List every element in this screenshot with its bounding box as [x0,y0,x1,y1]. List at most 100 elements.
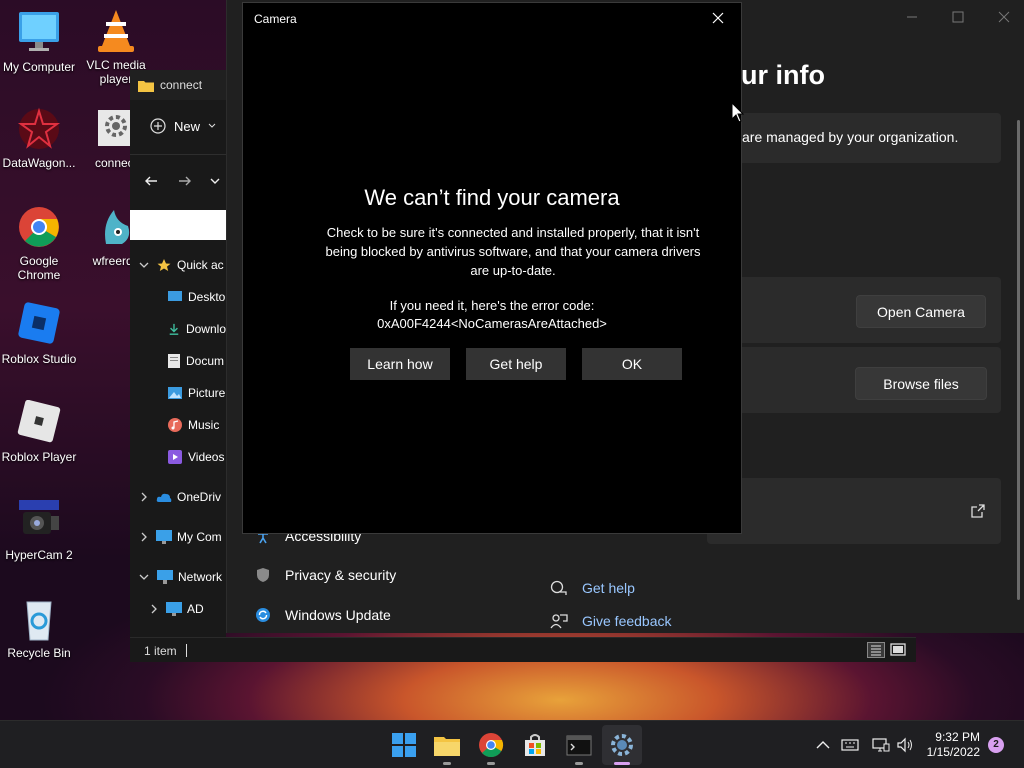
music-icon [168,418,182,432]
camera-window[interactable]: Camera We can’t find your camera Check t… [242,2,742,534]
shield-icon [257,568,269,582]
chevron-right-icon [151,604,157,614]
windows-start-icon[interactable] [390,731,418,759]
recycle-bin-icon [15,596,63,642]
chevron-down-icon [139,262,149,268]
status-divider [186,644,187,657]
chevron-right-icon [141,492,147,502]
managed-text: are managed by your organization. [742,129,959,145]
item-count: 1 item [144,644,177,658]
network-icon [157,570,173,584]
get-help-button[interactable]: Get help [466,348,566,380]
managed-card: are managed by your organization. [707,113,1001,163]
recent-chevron-icon[interactable] [210,177,220,185]
plus-circle-icon [150,118,166,134]
error-code-label: If you need it, here's the error code: [389,298,595,313]
chevron-up-icon[interactable] [814,736,832,754]
help-chat-icon [550,580,567,595]
learn-how-button[interactable]: Learn how [350,348,450,380]
video-icon [168,450,182,464]
monitor-icon [15,10,63,56]
document-icon [168,354,180,368]
new-button[interactable]: New [150,118,216,134]
tree-ad[interactable]: AD [130,598,226,620]
desktop-icon-my-computer[interactable]: My Computer [0,10,81,74]
clock-date: 1/15/2022 [926,745,980,759]
tree-quick-access[interactable]: Quick ac [130,254,226,276]
chevron-down-icon [139,574,149,580]
settings-scrollbar[interactable] [1017,120,1020,600]
chevron-right-icon [141,532,147,542]
feedback-icon [550,614,568,629]
maximize-icon[interactable] [951,10,965,24]
related-card[interactable] [707,478,1001,544]
monitor-icon [156,530,172,544]
address-bar[interactable] [130,210,226,240]
tree-downloads[interactable]: Downlo [130,318,226,340]
error-title: We can’t find your camera [364,185,620,210]
vlc-cone-icon [92,8,140,54]
file-explorer-window[interactable]: connect New Quick ac Deskto Downlo Docum… [130,70,226,662]
terminal-icon[interactable] [565,731,593,759]
close-icon[interactable] [709,9,727,27]
explorer-divider [130,154,226,155]
external-link-icon [971,504,985,518]
terminal-running-indicator [575,762,583,765]
give-feedback-link[interactable]: Give feedback [550,613,672,629]
store-icon[interactable] [521,731,549,759]
tree-onedrive[interactable]: OneDriv [130,486,226,508]
taskbar-clock[interactable]: 9:32 PM 1/15/2022 [927,730,980,760]
ok-button[interactable]: OK [582,348,682,380]
chrome-running-indicator [487,762,495,765]
tree-pictures[interactable]: Picture [130,382,226,404]
tree-my-computer[interactable]: My Com [130,526,226,548]
file-explorer-running-indicator [443,762,451,765]
camera-window-title: Camera [254,12,297,26]
tree-documents[interactable]: Docum [130,350,226,372]
desktop-icon-datawagon[interactable]: DataWagon... [0,106,81,170]
desktop-icon-recycle-bin[interactable]: Recycle Bin [0,596,81,660]
desktop-icon-roblox-player[interactable]: Roblox Player [0,399,81,464]
close-icon[interactable] [997,10,1011,24]
browse-files-button[interactable]: Browse files [855,367,987,400]
desktop-folder-icon [168,291,182,301]
large-icons-view-icon[interactable] [890,642,906,658]
volume-icon[interactable] [896,736,914,754]
roblox-studio-icon [15,302,63,348]
hypercam-icon [15,498,63,544]
tree-desktop[interactable]: Deskto [130,286,226,308]
desktop-icon-chrome[interactable]: Google Chrome [0,204,81,282]
keyboard-icon[interactable] [841,736,859,754]
picture-icon [168,387,182,399]
download-arrow-icon [169,323,179,335]
chevron-down-icon [208,123,216,128]
explorer-titlebar[interactable]: connect [130,70,226,100]
cloud-icon [156,493,172,502]
nav-privacy-security[interactable]: Privacy & security [255,567,396,583]
tree-videos[interactable]: Videos [130,446,226,468]
network-status-icon[interactable] [872,736,890,754]
monitor-icon [166,602,182,616]
file-explorer-icon[interactable] [433,731,461,759]
notification-badge[interactable]: 2 [988,737,1004,753]
settings-gear-icon[interactable] [608,731,636,759]
chrome-icon[interactable] [477,731,505,759]
open-camera-button[interactable]: Open Camera [856,295,986,328]
get-help-link[interactable]: Get help [550,580,635,596]
minimize-icon[interactable] [905,10,919,24]
datawagon-icon [15,106,63,152]
tree-music[interactable]: Music [130,414,226,436]
tree-network[interactable]: Network [130,566,226,588]
settings-heading: ur info [741,60,825,90]
taskbar: 9:32 PM 1/15/2022 2 [0,720,1024,768]
update-icon [256,608,270,622]
chrome-icon [15,204,63,250]
roblox-player-icon [15,399,63,446]
desktop-icon-hypercam[interactable]: HyperCam 2 [0,498,81,562]
desktop-icon-roblox-studio[interactable]: Roblox Studio [0,302,81,366]
back-arrow-icon[interactable] [144,174,158,188]
details-view-icon[interactable] [867,642,885,658]
forward-arrow-icon[interactable] [178,174,192,188]
nav-windows-update[interactable]: Windows Update [255,607,391,623]
explorer-status-bar: 1 item [130,637,916,662]
